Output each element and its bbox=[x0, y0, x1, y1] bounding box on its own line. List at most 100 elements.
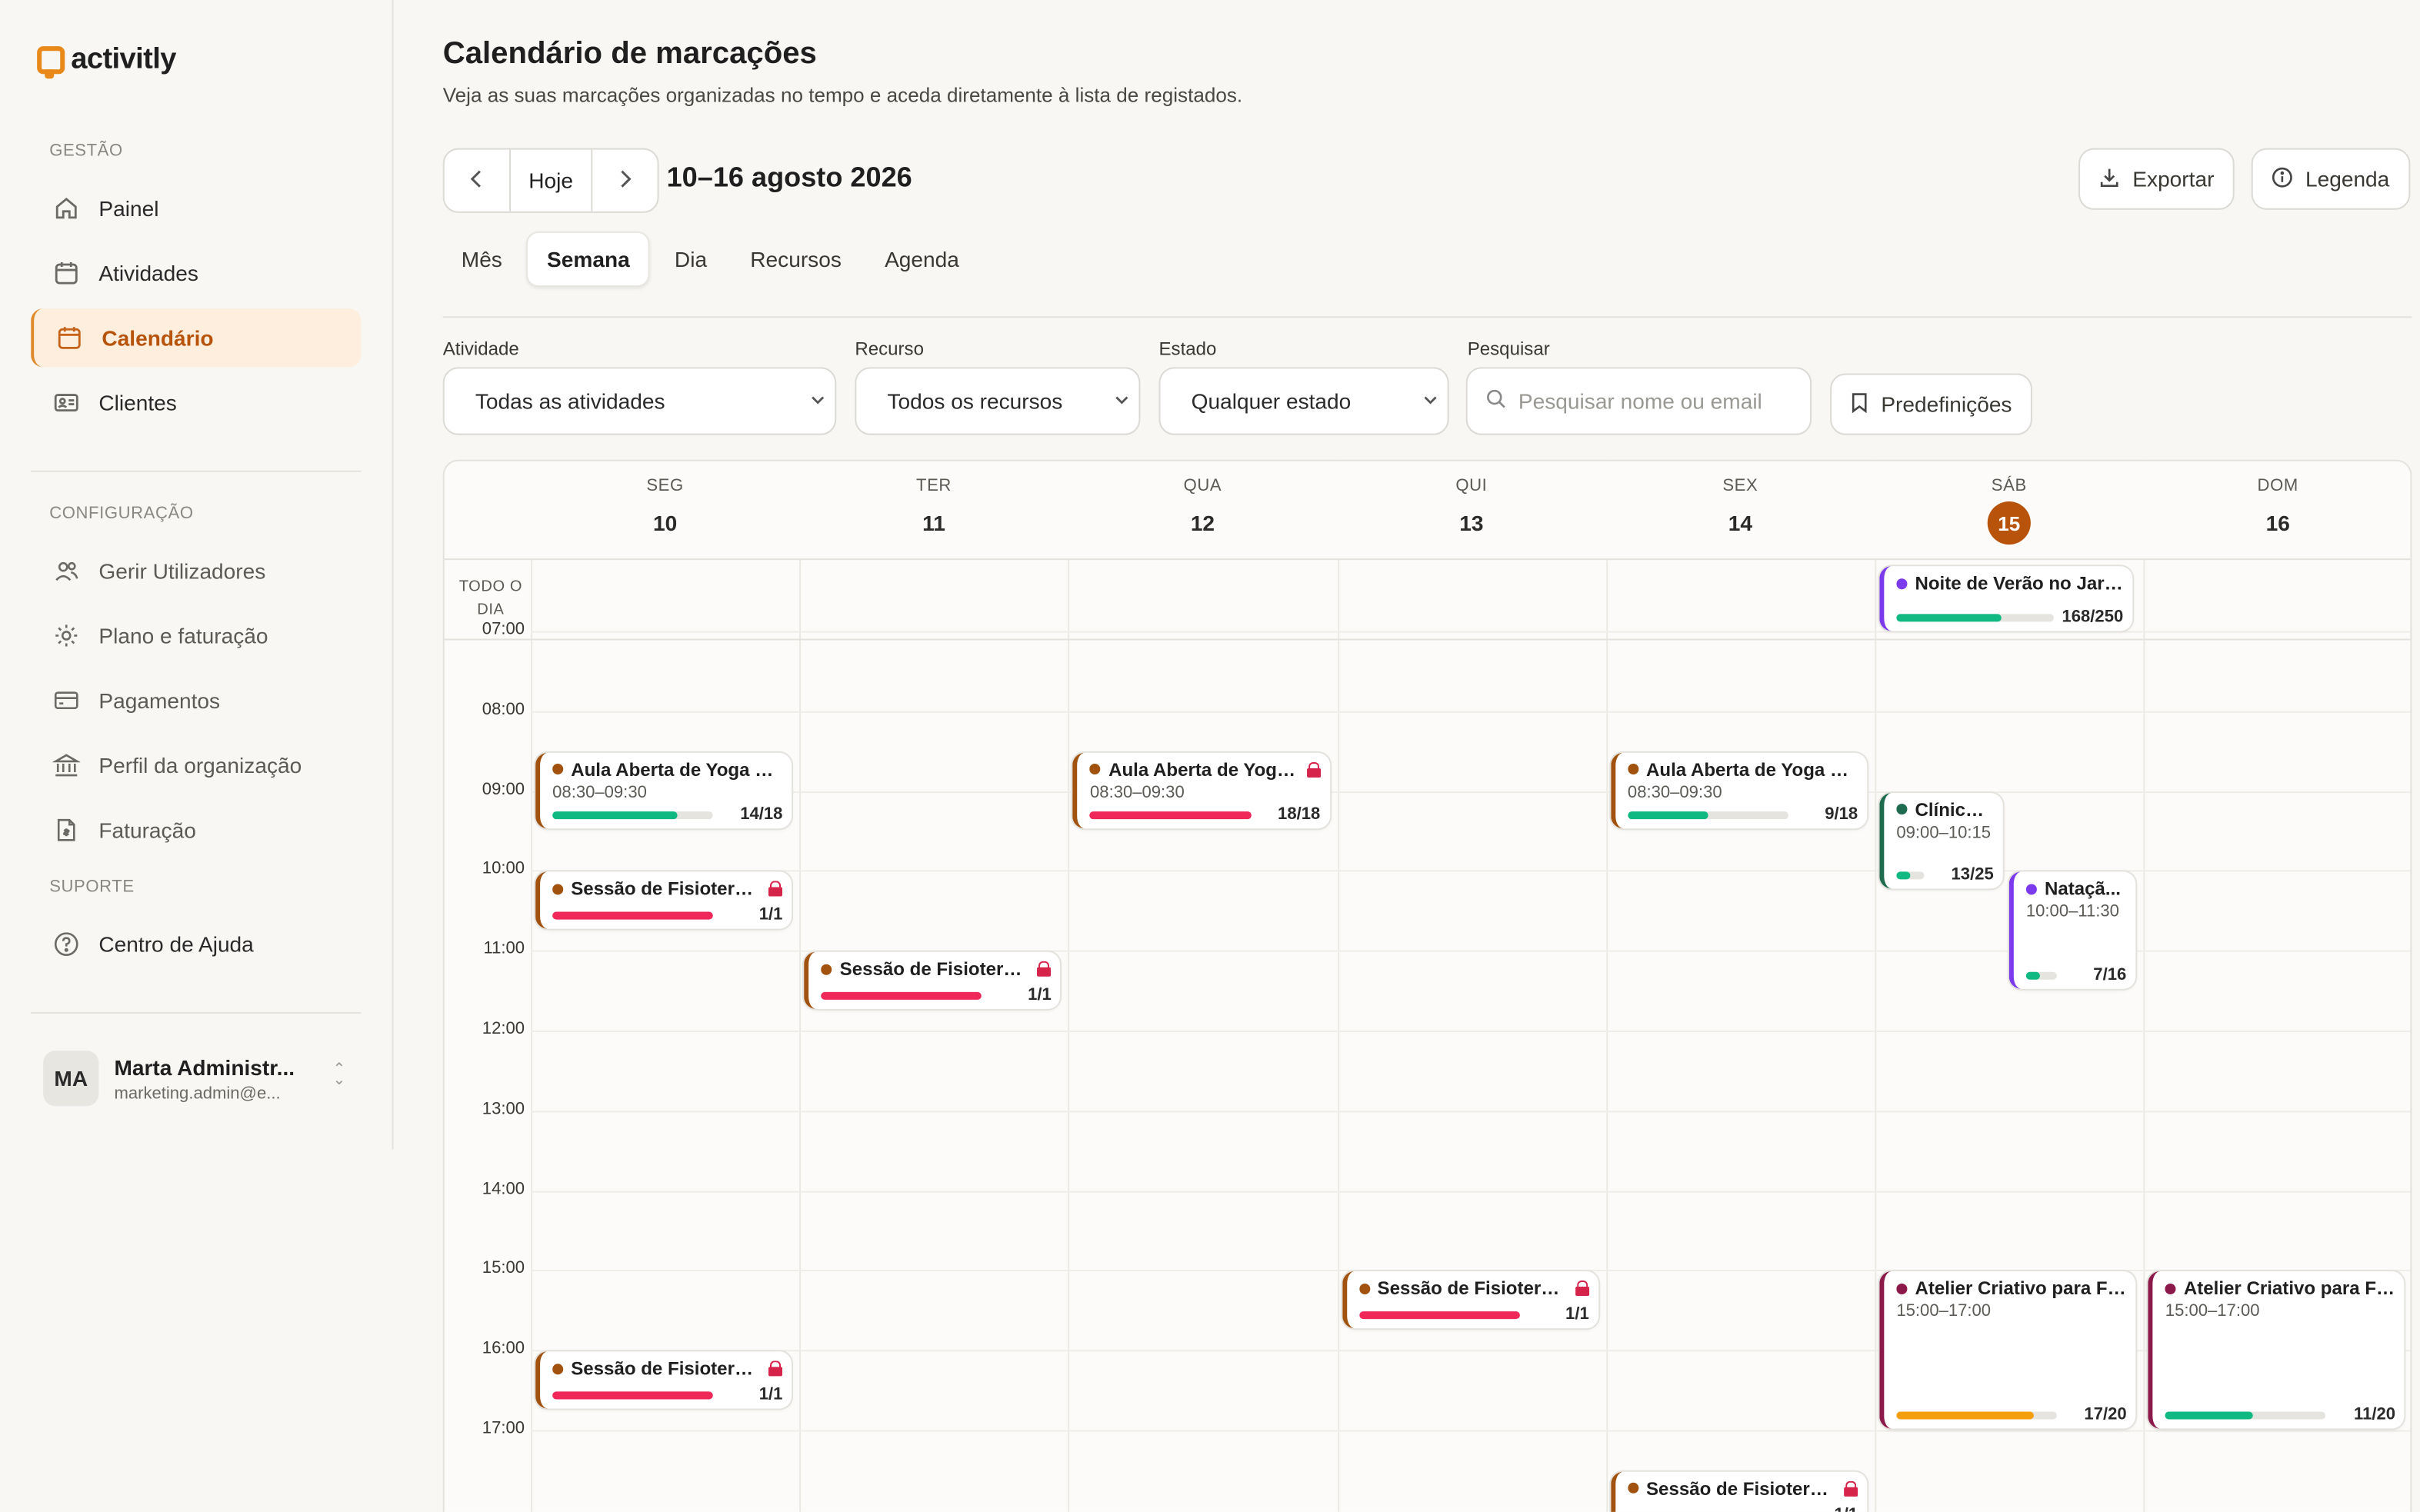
calendar-event[interactable]: Sessão de Fisioterap... 1/1 bbox=[1610, 1471, 1868, 1512]
divider bbox=[31, 1011, 362, 1014]
calendar-event[interactable]: Nataçã... 10:00–11:30 7/16 bbox=[2008, 872, 2136, 990]
calendar-event[interactable]: Sessão de Fisioterap... 1/1 bbox=[535, 1351, 792, 1409]
capacity-count: 168/250 bbox=[2062, 608, 2124, 627]
resource-select[interactable]: Todos os recursos bbox=[855, 367, 1141, 435]
day-header[interactable]: SEX 14 bbox=[1606, 461, 1875, 560]
sidebar-item-gerir-utilizadores[interactable]: Gerir Utilizadores bbox=[31, 541, 361, 600]
next-week-button[interactable] bbox=[592, 150, 657, 211]
chevron-down-icon bbox=[1423, 392, 1438, 412]
day-number: 10 bbox=[652, 510, 678, 536]
lock-icon bbox=[1306, 761, 1321, 778]
tab-dia[interactable]: Dia bbox=[656, 231, 725, 287]
lock-icon bbox=[1844, 1480, 1858, 1497]
tab-semana[interactable]: Semana bbox=[526, 231, 650, 288]
calendar-event[interactable]: Atelier Criativo para Fa... 15:00–17:00 17… bbox=[1879, 1271, 2136, 1429]
tab-agenda[interactable]: Agenda bbox=[866, 231, 978, 287]
chevron-down-icon bbox=[1114, 392, 1129, 412]
calendar-event[interactable]: Aula Aberta de Yoga... 08:30–09:30 18/18 bbox=[1072, 752, 1330, 830]
invoice-icon bbox=[52, 816, 80, 844]
event-time: 08:30–09:30 bbox=[1627, 783, 1722, 802]
date-range-label: 10–16 agosto 2026 bbox=[666, 162, 912, 193]
capacity-bar bbox=[1627, 812, 1788, 821]
status-dot-icon bbox=[821, 964, 832, 975]
day-name: QUA bbox=[1183, 476, 1222, 495]
section-label-management: GESTÃO bbox=[49, 142, 123, 161]
chevron-left-icon bbox=[469, 168, 485, 193]
calendar-icon bbox=[52, 259, 80, 287]
prev-week-button[interactable] bbox=[445, 150, 509, 211]
status-select[interactable]: Qualquer estado bbox=[1158, 367, 1449, 435]
hour-label: 11:00 bbox=[483, 940, 525, 959]
users-icon bbox=[52, 557, 80, 584]
search-box bbox=[1465, 367, 1812, 435]
sidebar-item-plano-faturacao[interactable]: Plano e faturação bbox=[31, 606, 361, 664]
activity-select[interactable]: Todas as atividades bbox=[442, 367, 837, 435]
day-header[interactable]: TER 11 bbox=[799, 461, 1068, 560]
calendar-event[interactable]: Aula Aberta de Yoga ao... 08:30–09:30 14/1… bbox=[535, 752, 792, 830]
brand-logo[interactable]: activitly bbox=[37, 43, 176, 79]
capacity-fill bbox=[1896, 872, 1912, 881]
download-icon bbox=[2098, 166, 2120, 192]
capacity-bar bbox=[1090, 812, 1252, 821]
capacity-fill bbox=[2165, 1411, 2254, 1420]
sidebar-item-calendario[interactable]: Calendário bbox=[31, 308, 362, 368]
event-time: 15:00–17:00 bbox=[1896, 1302, 1992, 1321]
status-dot-icon bbox=[552, 884, 564, 895]
all-day-event[interactable]: Noite de Verão no Jardi... 168/250 bbox=[1879, 566, 2133, 631]
export-button[interactable]: Exportar bbox=[2078, 148, 2235, 210]
day-header[interactable]: QUI 13 bbox=[1337, 461, 1605, 560]
day-header[interactable]: SÁB 15 bbox=[1875, 461, 2143, 560]
calendar-event[interactable]: Aula Aberta de Yoga ao... 08:30–09:30 9/18 bbox=[1610, 752, 1868, 830]
day-header[interactable]: QUA 12 bbox=[1068, 461, 1337, 560]
calendar-event[interactable]: Sessão de Fisioterap... 1/1 bbox=[1342, 1271, 1598, 1329]
sidebar-item-painel[interactable]: Painel bbox=[31, 179, 361, 238]
sidebar-item-clientes[interactable]: Clientes bbox=[31, 373, 361, 431]
user-menu[interactable]: MA Marta Administr... marketing.admin@e.… bbox=[31, 1043, 361, 1114]
hour-line bbox=[531, 1190, 2411, 1192]
day-header[interactable]: SEG 10 bbox=[531, 461, 799, 560]
calendar-event[interactable]: Atelier Criativo para Fa... 15:00–17:00 11… bbox=[2148, 1271, 2405, 1429]
hour-label: 09:00 bbox=[482, 780, 525, 799]
sidebar-item-label: Gerir Utilizadores bbox=[98, 558, 266, 584]
calendar-event[interactable]: Sessão de Fisioterap... 1/1 bbox=[804, 952, 1061, 1009]
capacity-bar bbox=[552, 812, 714, 821]
sidebar-item-perfil-organizacao[interactable]: Perfil da organização bbox=[31, 736, 361, 794]
sidebar-item-faturacao[interactable]: Faturação bbox=[31, 801, 361, 859]
status-dot-icon bbox=[1896, 578, 1908, 589]
capacity-count: 13/25 bbox=[1951, 866, 1994, 885]
hour-line bbox=[531, 711, 2411, 713]
logo-icon bbox=[37, 46, 65, 79]
capacity-fill bbox=[552, 812, 678, 821]
presets-button[interactable]: Predefinições bbox=[1830, 373, 2032, 435]
calendar-event[interactable]: Sessão de Fisioterap... 1/1 bbox=[535, 872, 792, 930]
divider bbox=[442, 316, 2412, 318]
gear-icon bbox=[52, 621, 80, 649]
search-input[interactable] bbox=[1518, 388, 1796, 414]
today-button[interactable]: Hoje bbox=[508, 149, 593, 211]
sidebar-item-label: Perfil da organização bbox=[98, 752, 302, 778]
hour-label: 08:00 bbox=[482, 700, 525, 719]
lock-icon bbox=[768, 1360, 783, 1377]
event-title-text: Aula Aberta de Yoga... bbox=[1108, 758, 1299, 781]
day-header[interactable]: DOM 16 bbox=[2144, 461, 2411, 560]
sidebar-item-label: Atividades bbox=[98, 261, 198, 286]
bank-icon bbox=[52, 751, 81, 779]
sidebar-item-atividades[interactable]: Atividades bbox=[31, 244, 361, 302]
tab-mes[interactable]: Mês bbox=[443, 231, 521, 287]
tab-recursos[interactable]: Recursos bbox=[732, 231, 860, 287]
capacity-count: 1/1 bbox=[758, 1385, 783, 1404]
event-title: Sessão de Fisioterap... bbox=[821, 958, 1052, 980]
capacity-count: 1/1 bbox=[1565, 1305, 1589, 1324]
event-title: Atelier Criativo para Fa... bbox=[1896, 1278, 2127, 1300]
activity-select-value: Todas as atividades bbox=[475, 388, 665, 414]
sidebar-item-pagamentos[interactable]: Pagamentos bbox=[31, 671, 361, 730]
legend-button[interactable]: Legenda bbox=[2251, 148, 2410, 210]
sidebar-item-label: Pagamentos bbox=[98, 688, 221, 713]
lock-icon bbox=[1037, 961, 1052, 977]
sidebar-item-centro-ajuda[interactable]: Centro de Ajuda bbox=[31, 915, 361, 974]
event-title-text: Sessão de Fisioterap... bbox=[571, 1357, 762, 1380]
calendar-event[interactable]: Clínica ... 09:00–10:15 13/25 bbox=[1879, 792, 2003, 890]
day-name: DOM bbox=[2257, 476, 2298, 495]
sidebar-item-label: Painel bbox=[98, 195, 159, 221]
capacity-bar bbox=[552, 1391, 714, 1400]
